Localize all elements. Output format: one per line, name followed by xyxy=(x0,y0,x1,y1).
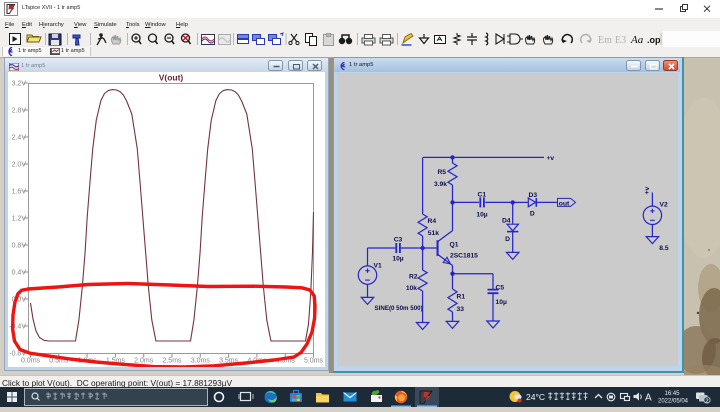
svg-text:C3: C3 xyxy=(394,236,403,243)
svg-text:10µ: 10µ xyxy=(476,212,487,219)
svg-text:R1: R1 xyxy=(457,293,466,300)
svg-text:D3: D3 xyxy=(529,192,538,199)
svg-text:V(out): V(out) xyxy=(159,73,184,83)
svg-text:0.0ms: 0.0ms xyxy=(21,358,41,365)
svg-text:2.4V: 2.4V xyxy=(12,135,27,142)
svg-text:D4: D4 xyxy=(502,217,511,224)
svg-text:+v: +v xyxy=(644,187,651,195)
svg-text:5.0ms: 5.0ms xyxy=(304,358,324,365)
svg-text:C1: C1 xyxy=(478,191,487,198)
svg-text:3.2V: 3.2V xyxy=(12,81,27,88)
svg-text:D: D xyxy=(530,211,535,218)
svg-text:10µ: 10µ xyxy=(496,299,507,306)
svg-text:2SC1815: 2SC1815 xyxy=(450,253,478,260)
svg-text:2: 2 xyxy=(705,398,708,404)
svg-text:1.2V: 1.2V xyxy=(12,216,27,223)
svg-text:Aa: Aa xyxy=(630,34,644,46)
svg-text:24°C: 24°C xyxy=(526,392,545,402)
svg-text:2.0ms: 2.0ms xyxy=(134,358,154,365)
svg-text:1.6V: 1.6V xyxy=(12,189,27,196)
svg-text:E3: E3 xyxy=(615,35,626,46)
svg-text:out: out xyxy=(559,200,570,207)
svg-text:0.8V: 0.8V xyxy=(12,243,27,250)
svg-text:33: 33 xyxy=(457,306,465,313)
svg-text:3.0ms: 3.0ms xyxy=(191,358,211,365)
svg-text:2.0V: 2.0V xyxy=(12,162,27,169)
svg-text:Q1: Q1 xyxy=(450,241,459,248)
svg-text:3.9k: 3.9k xyxy=(434,181,447,188)
svg-text:.op: .op xyxy=(647,35,661,45)
svg-text:2022/05/04: 2022/05/04 xyxy=(658,399,689,405)
svg-text:A: A xyxy=(645,393,652,404)
svg-text:D: D xyxy=(505,236,510,243)
svg-text:V1: V1 xyxy=(374,262,382,269)
svg-text:16:45: 16:45 xyxy=(664,391,680,397)
svg-text:Em: Em xyxy=(598,35,612,46)
svg-text:R4: R4 xyxy=(428,218,437,225)
svg-text:10k: 10k xyxy=(406,285,417,292)
svg-text:R5: R5 xyxy=(437,169,446,176)
svg-text:R2: R2 xyxy=(409,273,418,280)
svg-text:C5: C5 xyxy=(496,285,505,292)
svg-text:V2: V2 xyxy=(660,201,668,208)
svg-text:2.8V: 2.8V xyxy=(12,108,27,115)
svg-text:SINE(0 50m 500): SINE(0 50m 500) xyxy=(375,305,423,312)
svg-text:+v: +v xyxy=(547,155,555,162)
svg-text:8.5: 8.5 xyxy=(659,245,669,252)
svg-text:10µ: 10µ xyxy=(392,256,403,263)
svg-text:2.5ms: 2.5ms xyxy=(162,358,182,365)
svg-text:51k: 51k xyxy=(428,230,439,237)
svg-text:0.4V: 0.4V xyxy=(12,270,27,277)
